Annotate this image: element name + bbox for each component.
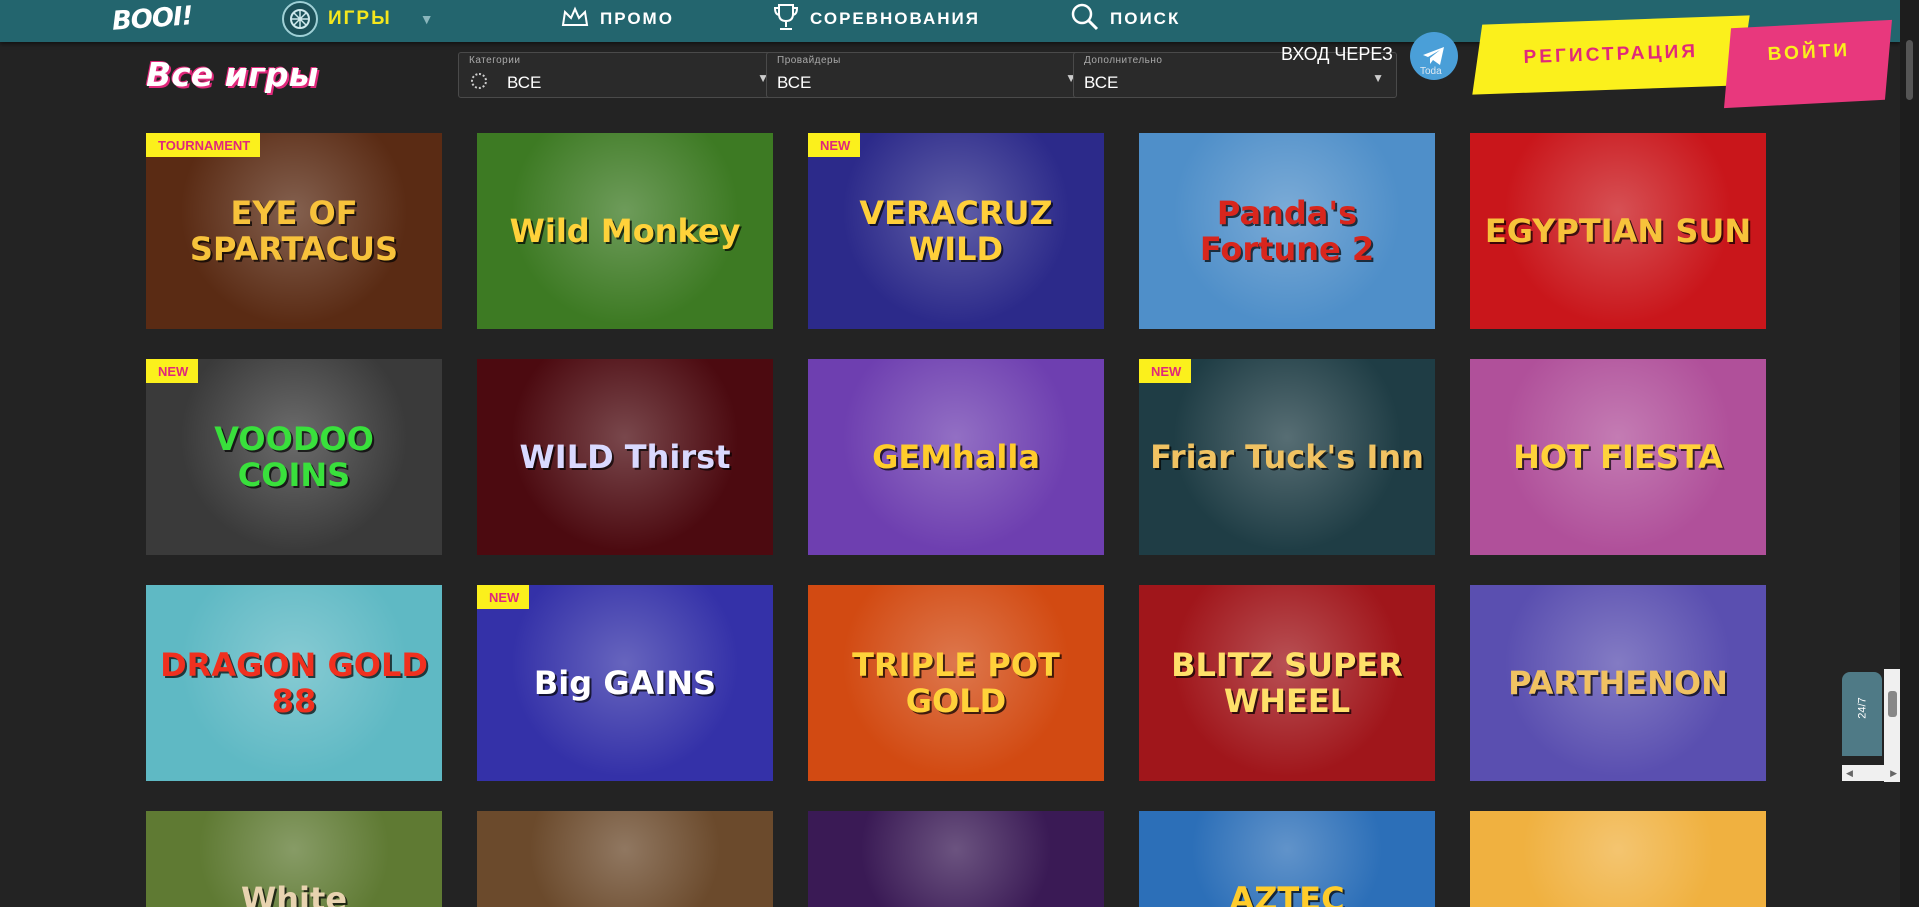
game-artwork bbox=[1470, 811, 1766, 907]
game-badge: NEW bbox=[146, 359, 199, 383]
game-title: TRIPLE POT GOLD bbox=[852, 646, 1060, 720]
game-badge: NEW bbox=[477, 585, 530, 609]
chevron-down-icon[interactable]: ▼ bbox=[420, 11, 436, 27]
page-scrollbar[interactable] bbox=[1900, 0, 1919, 907]
filter-value: ВСЕ bbox=[777, 73, 812, 92]
nav-label: ИГРЫ bbox=[328, 8, 392, 29]
game-badge: TOURNAMENT bbox=[146, 133, 261, 157]
game-title: AZTEC bbox=[1229, 880, 1345, 907]
game-tile[interactable] bbox=[1470, 811, 1766, 907]
telegram-caption: Toda bbox=[1420, 66, 1442, 77]
support-chat-button[interactable]: 24/7 bbox=[1842, 672, 1882, 756]
register-button[interactable]: РЕГИСТРАЦИЯ bbox=[1472, 15, 1750, 95]
nav-item-games[interactable]: ИГРЫ ▼ bbox=[282, 0, 436, 38]
game-tile[interactable]: EYE OF SPARTACUS TOURNAMENT bbox=[146, 133, 442, 329]
game-title: White bbox=[240, 880, 348, 907]
game-tile[interactable] bbox=[477, 811, 773, 907]
game-title: Wild Monkey bbox=[509, 212, 741, 250]
scrollbar-thumb[interactable] bbox=[1888, 691, 1897, 717]
chat-horizontal-scrollbar[interactable]: ◀ ▶ bbox=[1842, 765, 1901, 781]
game-title: PARTHENON bbox=[1508, 664, 1728, 702]
scroll-left-icon[interactable]: ◀ bbox=[1846, 768, 1853, 779]
filter-label: Категории bbox=[469, 55, 521, 66]
game-tile[interactable]: VOODOO COINS NEW bbox=[146, 359, 442, 555]
crown-icon bbox=[560, 5, 590, 34]
game-title: Big GAINS bbox=[533, 664, 717, 702]
booi-logo[interactable]: BOOI! bbox=[111, 1, 193, 37]
login-via-label: ВХОД ЧЕРЕЗ bbox=[1281, 44, 1393, 64]
scrollbar-thumb[interactable] bbox=[1906, 40, 1913, 100]
game-tile[interactable]: HOT FIESTA bbox=[1470, 359, 1766, 555]
scroll-right-icon[interactable]: ▶ bbox=[1890, 768, 1897, 779]
game-badge: NEW bbox=[808, 133, 861, 157]
page-title: Все игры bbox=[146, 55, 319, 94]
category-icon bbox=[471, 73, 487, 89]
game-tile[interactable]: DRAGON GOLD 88 bbox=[146, 585, 442, 781]
game-title: GEMhalla bbox=[872, 438, 1040, 476]
game-title: VERACRUZ WILD bbox=[859, 194, 1053, 268]
game-tile[interactable]: Wild Monkey bbox=[477, 133, 773, 329]
game-tile[interactable]: PARTHENON bbox=[1470, 585, 1766, 781]
game-tile[interactable]: Panda's Fortune 2 bbox=[1139, 133, 1435, 329]
nav-item-promo[interactable]: ПРОМО bbox=[560, 0, 674, 38]
trophy-icon bbox=[772, 2, 800, 37]
nav-label: ПОИСК bbox=[1110, 9, 1181, 28]
nav-item-tournaments[interactable]: СОРЕВНОВАНИЯ bbox=[772, 0, 980, 38]
game-tile[interactable]: Friar Tuck's Inn NEW bbox=[1139, 359, 1435, 555]
chevron-down-icon: ▼ bbox=[1372, 71, 1384, 85]
game-tile[interactable] bbox=[808, 811, 1104, 907]
game-title: HOT FIESTA bbox=[1513, 438, 1723, 476]
nav-label: СОРЕВНОВАНИЯ bbox=[810, 9, 980, 28]
filter-label: Провайдеры bbox=[777, 55, 841, 66]
game-title: VOODOO COINS bbox=[214, 420, 374, 494]
game-tile[interactable]: VERACRUZ WILD NEW bbox=[808, 133, 1104, 329]
game-title: EYE OF SPARTACUS bbox=[189, 194, 399, 268]
nav-item-search[interactable]: ПОИСК bbox=[1070, 0, 1180, 38]
provider-filter[interactable]: Провайдеры ВСЕ ▼ bbox=[766, 52, 1090, 98]
games-wheel-icon bbox=[282, 1, 318, 37]
game-artwork bbox=[808, 811, 1104, 907]
game-title: Panda's Fortune 2 bbox=[1199, 194, 1375, 268]
game-title: Friar Tuck's Inn bbox=[1150, 438, 1424, 476]
game-tile[interactable]: AZTEC bbox=[1139, 811, 1435, 907]
game-title: WILD Thirst bbox=[519, 438, 731, 476]
game-tile[interactable]: WILD Thirst bbox=[477, 359, 773, 555]
game-tile[interactable]: Big GAINS NEW bbox=[477, 585, 773, 781]
telegram-login-button[interactable]: Toda bbox=[1410, 32, 1458, 80]
filter-value: ВСЕ bbox=[1084, 73, 1119, 92]
nav-label: ПРОМО bbox=[600, 9, 674, 28]
game-tile[interactable]: BLITZ SUPER WHEEL bbox=[1139, 585, 1435, 781]
game-title: DRAGON GOLD 88 bbox=[160, 646, 428, 720]
game-title: EGYPTIAN SUN bbox=[1484, 212, 1752, 250]
game-tile[interactable]: White bbox=[146, 811, 442, 907]
login-label: ВОЙТИ bbox=[1767, 39, 1851, 66]
game-tile[interactable]: TRIPLE POT GOLD bbox=[808, 585, 1104, 781]
login-button[interactable]: ВОЙТИ bbox=[1724, 19, 1892, 109]
game-tile[interactable]: EGYPTIAN SUN bbox=[1470, 133, 1766, 329]
filter-label: Дополнительно bbox=[1084, 55, 1163, 66]
game-tile[interactable]: GEMhalla bbox=[808, 359, 1104, 555]
game-artwork bbox=[477, 811, 773, 907]
filter-value: ВСЕ bbox=[507, 73, 542, 92]
telegram-icon bbox=[1423, 47, 1444, 65]
register-label: РЕГИСТРАЦИЯ bbox=[1523, 41, 1699, 68]
search-icon bbox=[1070, 2, 1100, 37]
category-filter[interactable]: Категории ВСЕ ▼ bbox=[458, 52, 782, 98]
game-title: BLITZ SUPER WHEEL bbox=[1171, 646, 1403, 720]
game-badge: NEW bbox=[1139, 359, 1192, 383]
chat-label: 24/7 bbox=[1856, 697, 1869, 719]
